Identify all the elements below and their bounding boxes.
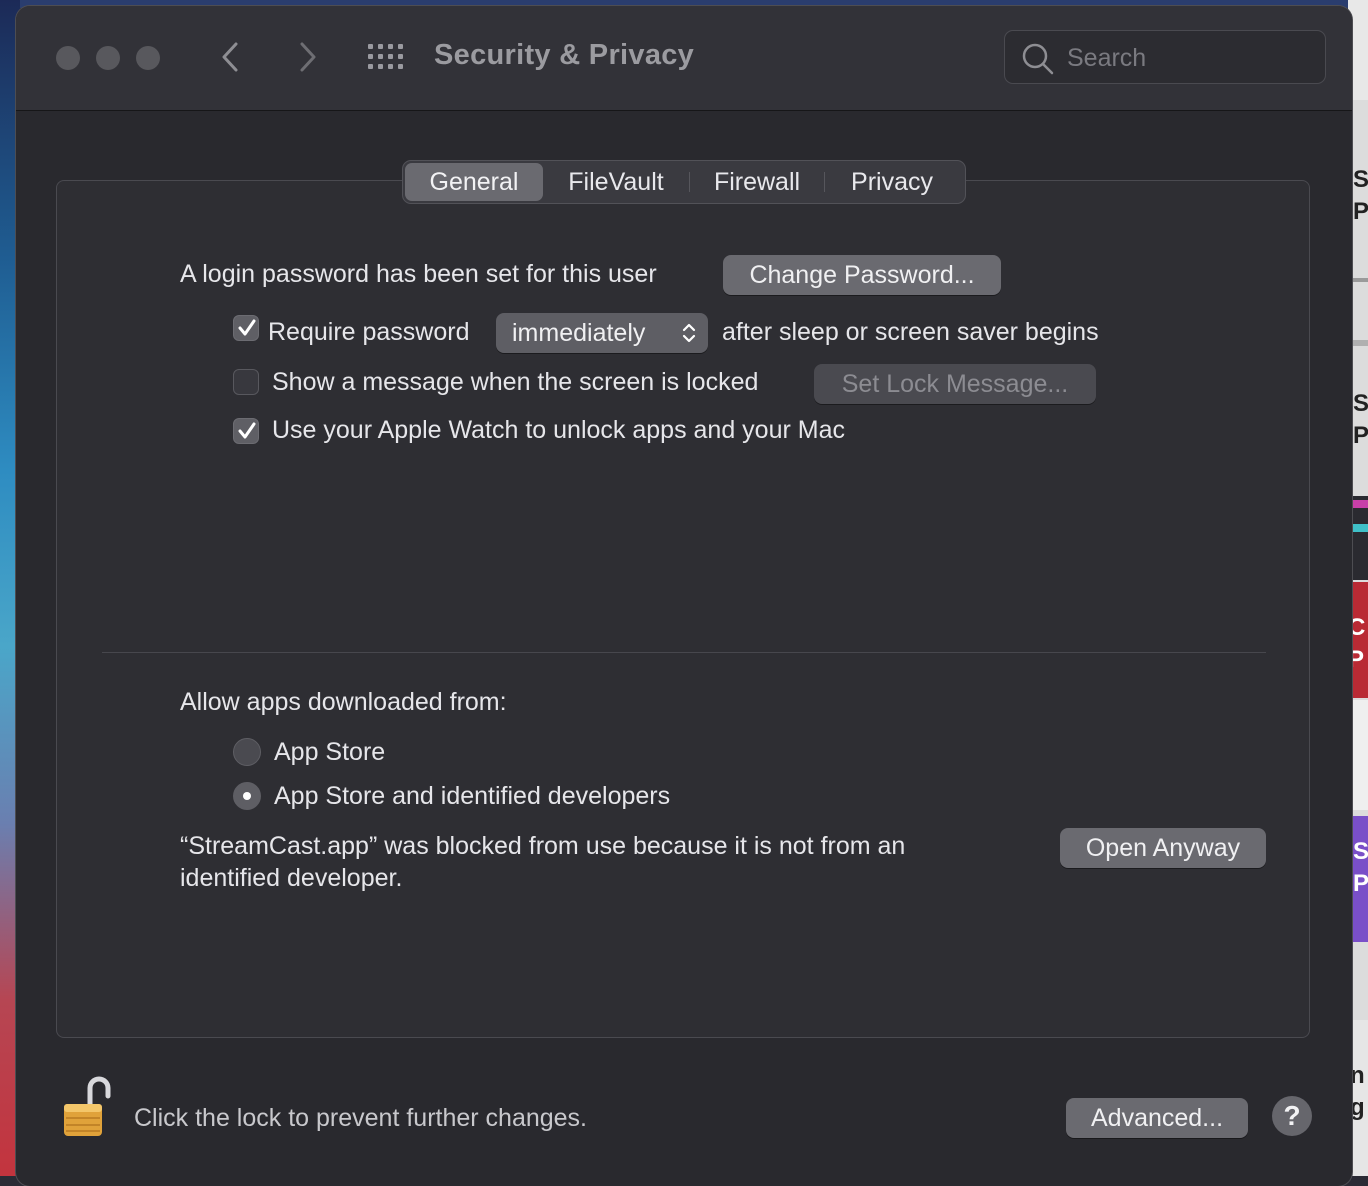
radio-app-store-label: App Store bbox=[274, 738, 386, 766]
checkmark-icon bbox=[238, 319, 256, 336]
search-input[interactable] bbox=[1065, 39, 1309, 77]
bg-letter: P bbox=[1353, 198, 1368, 225]
chevron-up-down-icon bbox=[682, 323, 696, 343]
bg-letter: n bbox=[1350, 1062, 1365, 1089]
blocked-app-message-line1: “StreamCast.app” was blocked from use be… bbox=[180, 832, 906, 860]
search-icon bbox=[1022, 43, 1054, 75]
tab-firewall[interactable]: Firewall bbox=[690, 163, 824, 201]
window-title: Security & Privacy bbox=[434, 39, 695, 71]
tab-bar: General FileVault Firewall Privacy bbox=[402, 160, 966, 204]
title-bar: Security & Privacy bbox=[16, 6, 1352, 111]
apple-watch-unlock-label: Use your Apple Watch to unlock apps and … bbox=[272, 416, 845, 444]
show-message-label: Show a message when the screen is locked bbox=[272, 368, 759, 396]
radio-app-store[interactable] bbox=[233, 738, 261, 766]
lock-status-text: Click the lock to prevent further change… bbox=[134, 1104, 588, 1132]
zoom-button[interactable] bbox=[136, 46, 160, 70]
require-password-interval-value: immediately bbox=[512, 319, 646, 347]
tab-privacy[interactable]: Privacy bbox=[825, 163, 959, 201]
advanced-button[interactable]: Advanced... bbox=[1066, 1098, 1248, 1138]
radio-app-store-identified-developers[interactable] bbox=[233, 782, 261, 810]
unlocked-padlock-icon[interactable] bbox=[60, 1074, 116, 1140]
general-panel bbox=[56, 180, 1310, 1038]
bg-letter: S bbox=[1353, 390, 1368, 417]
close-button[interactable] bbox=[56, 46, 80, 70]
tab-filevault[interactable]: FileVault bbox=[543, 163, 689, 201]
blocked-app-message-line2: identified developer. bbox=[180, 864, 403, 892]
apple-watch-unlock-checkbox[interactable] bbox=[233, 418, 259, 444]
forward-button[interactable] bbox=[292, 40, 322, 74]
require-password-checkbox[interactable] bbox=[233, 315, 259, 341]
radio-app-store-identified-developers-label: App Store and identified developers bbox=[274, 782, 671, 810]
login-password-label: A login password has been set for this u… bbox=[180, 260, 657, 288]
section-divider bbox=[102, 652, 1266, 653]
set-lock-message-button[interactable]: Set Lock Message... bbox=[814, 364, 1096, 404]
bg-letter: P bbox=[1353, 422, 1368, 449]
bg-letter: S bbox=[1353, 838, 1368, 865]
help-button[interactable]: ? bbox=[1272, 1096, 1312, 1136]
chevron-left-icon bbox=[222, 42, 238, 72]
back-button[interactable] bbox=[216, 40, 246, 74]
minimize-button[interactable] bbox=[96, 46, 120, 70]
security-privacy-window: Security & Privacy General FileVault Fir… bbox=[16, 6, 1352, 1186]
allow-apps-heading: Allow apps downloaded from: bbox=[180, 688, 507, 716]
open-anyway-button[interactable]: Open Anyway bbox=[1060, 828, 1266, 868]
require-password-interval-select[interactable]: immediately bbox=[496, 313, 708, 353]
search-field[interactable] bbox=[1004, 30, 1326, 84]
checkmark-icon bbox=[238, 422, 256, 439]
change-password-button[interactable]: Change Password... bbox=[723, 255, 1001, 295]
show-all-grid-icon[interactable] bbox=[368, 44, 404, 72]
bg-letter: P bbox=[1353, 870, 1368, 897]
chevron-right-icon bbox=[300, 42, 316, 72]
show-message-checkbox[interactable] bbox=[233, 369, 259, 395]
require-password-suffix: after sleep or screen saver begins bbox=[722, 318, 1099, 346]
require-password-label: Require password bbox=[268, 318, 470, 346]
bg-letter: g bbox=[1350, 1094, 1365, 1121]
bg-letter: S bbox=[1353, 166, 1368, 193]
tab-general[interactable]: General bbox=[405, 163, 543, 201]
